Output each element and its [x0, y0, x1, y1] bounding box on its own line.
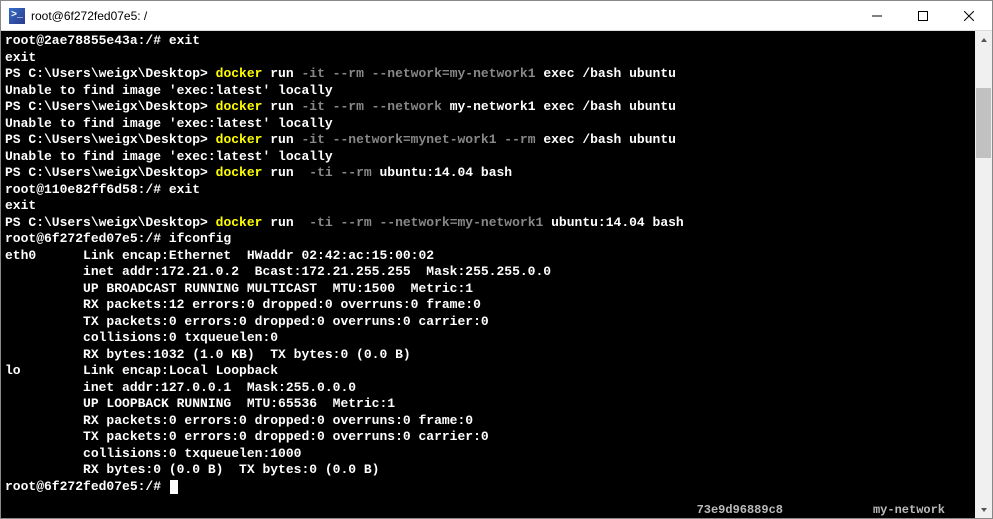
terminal-line: RX bytes:0 (0.0 B) TX bytes:0 (0.0 B)	[5, 462, 971, 479]
terminal-line: UP LOOPBACK RUNNING MTU:65536 Metric:1	[5, 396, 971, 413]
scroll-down-button[interactable]	[975, 501, 992, 518]
status-right: my-network	[873, 503, 945, 517]
app-window: >_ root@6f272fed07e5: / root@2ae78855e43…	[0, 0, 993, 519]
terminal-line: root@6f272fed07e5:/#	[5, 479, 971, 496]
terminal-line: eth0 Link encap:Ethernet HWaddr 02:42:ac…	[5, 248, 971, 265]
window-title: root@6f272fed07e5: /	[31, 9, 854, 23]
terminal-line: collisions:0 txqueuelen:1000	[5, 446, 971, 463]
titlebar[interactable]: >_ root@6f272fed07e5: /	[1, 1, 992, 31]
terminal-line: Unable to find image 'exec:latest' local…	[5, 149, 971, 166]
terminal-line: PS C:\Users\weigx\Desktop> docker run -i…	[5, 66, 971, 83]
terminal-line: PS C:\Users\weigx\Desktop> docker run -i…	[5, 99, 971, 116]
terminal-cursor	[170, 480, 178, 494]
powershell-icon: >_	[9, 8, 25, 24]
terminal-line: root@2ae78855e43a:/# exit	[5, 33, 971, 50]
terminal-line: RX bytes:1032 (1.0 KB) TX bytes:0 (0.0 B…	[5, 347, 971, 364]
terminal[interactable]: root@2ae78855e43a:/# exitexitPS C:\Users…	[1, 31, 975, 518]
status-strip: 73e9d96889c8 my-network	[697, 502, 975, 518]
maximize-button[interactable]	[900, 1, 946, 30]
terminal-line: RX packets:0 errors:0 dropped:0 overruns…	[5, 413, 971, 430]
terminal-line: RX packets:12 errors:0 dropped:0 overrun…	[5, 297, 971, 314]
status-left: 73e9d96889c8	[697, 503, 783, 517]
terminal-line: PS C:\Users\weigx\Desktop> docker run -t…	[5, 215, 971, 232]
vertical-scrollbar[interactable]	[975, 31, 992, 518]
terminal-line: lo Link encap:Local Loopback	[5, 363, 971, 380]
scroll-up-button[interactable]	[975, 31, 992, 48]
terminal-area: root@2ae78855e43a:/# exitexitPS C:\Users…	[1, 31, 992, 518]
close-button[interactable]	[946, 1, 992, 30]
terminal-line: PS C:\Users\weigx\Desktop> docker run -t…	[5, 165, 971, 182]
scroll-track[interactable]	[975, 48, 992, 501]
terminal-line: Unable to find image 'exec:latest' local…	[5, 83, 971, 100]
terminal-line: TX packets:0 errors:0 dropped:0 overruns…	[5, 314, 971, 331]
terminal-line: root@6f272fed07e5:/# ifconfig	[5, 231, 971, 248]
terminal-line: Unable to find image 'exec:latest' local…	[5, 116, 971, 133]
scroll-thumb[interactable]	[976, 88, 991, 158]
terminal-line: inet addr:172.21.0.2 Bcast:172.21.255.25…	[5, 264, 971, 281]
terminal-line: UP BROADCAST RUNNING MULTICAST MTU:1500 …	[5, 281, 971, 298]
terminal-line: PS C:\Users\weigx\Desktop> docker run -i…	[5, 132, 971, 149]
terminal-line: exit	[5, 50, 971, 67]
terminal-line: collisions:0 txqueuelen:0	[5, 330, 971, 347]
terminal-line: TX packets:0 errors:0 dropped:0 overruns…	[5, 429, 971, 446]
terminal-line: exit	[5, 198, 971, 215]
terminal-line: inet addr:127.0.0.1 Mask:255.0.0.0	[5, 380, 971, 397]
terminal-line: root@110e82ff6d58:/# exit	[5, 182, 971, 199]
window-controls	[854, 1, 992, 30]
minimize-button[interactable]	[854, 1, 900, 30]
